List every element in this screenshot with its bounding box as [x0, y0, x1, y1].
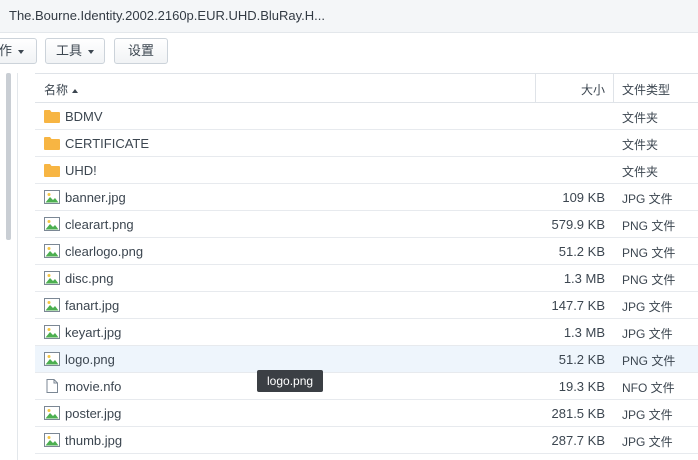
file-name: BDMV: [65, 109, 103, 124]
file-list-row[interactable]: CERTIFICATE 文件夹: [35, 130, 698, 157]
file-name: keyart.jpg: [65, 325, 122, 340]
file-size: 51.2 KB: [558, 352, 605, 367]
image-file-icon: [44, 217, 60, 231]
chevron-down-icon: [18, 49, 25, 54]
file-list-row[interactable]: fanart.jpg 147.7 KB JPG 文件: [35, 292, 698, 319]
file-type: JPG 文件: [622, 408, 673, 422]
column-divider[interactable]: [535, 74, 536, 102]
file-name: fanart.jpg: [65, 298, 120, 313]
file-name: UHD!: [65, 163, 97, 178]
image-file-icon: [44, 433, 60, 447]
file-size: 109 KB: [562, 190, 605, 205]
file-name: movie.nfo: [65, 379, 122, 394]
file-type: PNG 文件: [622, 246, 676, 260]
folder-icon: [44, 163, 60, 177]
folder-icon: [44, 136, 60, 150]
window-title: The.Bourne.Identity.2002.2160p.EUR.UHD.B…: [9, 8, 326, 23]
file-list-header: 名称 大小 文件类型: [35, 73, 698, 103]
file-list-row[interactable]: disc.png 1.3 MB PNG 文件: [35, 265, 698, 292]
file-name: thumb.jpg: [65, 433, 123, 448]
file-type: PNG 文件: [622, 219, 676, 233]
file-list-row[interactable]: banner.jpg 109 KB JPG 文件: [35, 184, 698, 211]
file-list-row[interactable]: BDMV 文件夹: [35, 103, 698, 130]
image-file-icon: [44, 406, 60, 420]
file-list-row[interactable]: clearlogo.png 51.2 KB PNG 文件: [35, 238, 698, 265]
filename-tooltip: logo.png: [257, 370, 324, 392]
file-name: disc.png: [65, 271, 114, 286]
file-list-row[interactable]: clearart.png 579.9 KB PNG 文件: [35, 211, 698, 238]
pane-divider[interactable]: [17, 73, 18, 460]
file-size: 281.5 KB: [551, 406, 606, 421]
tree-scrollbar[interactable]: [6, 73, 11, 240]
column-header-name[interactable]: 名称: [44, 81, 79, 98]
file-list-row[interactable]: movie.nfo 19.3 KB NFO 文件: [35, 373, 698, 400]
file-size: 1.3 MB: [563, 271, 605, 286]
file-size: 147.7 KB: [551, 298, 606, 313]
settings-button[interactable]: 设置: [114, 38, 168, 64]
document-file-icon: [44, 379, 60, 393]
file-list-row[interactable]: UHD! 文件夹: [35, 157, 698, 184]
chevron-down-icon: [88, 49, 95, 54]
file-name: logo.png: [65, 352, 115, 367]
file-size: 19.3 KB: [558, 379, 605, 394]
file-name: clearart.png: [65, 217, 134, 232]
file-list-row[interactable]: poster.jpg 281.5 KB JPG 文件: [35, 400, 698, 427]
file-list: 名称 大小 文件类型 BDMV 文件夹 CERTIFICATE 文件夹 UHD! 文件夹 b…: [35, 73, 698, 454]
sort-ascending-icon: [72, 88, 79, 93]
toolbar: 作 工具 设置: [0, 33, 698, 73]
action-button-label: 作: [0, 43, 13, 58]
file-type: JPG 文件: [622, 300, 673, 314]
file-list-rows: BDMV 文件夹 CERTIFICATE 文件夹 UHD! 文件夹 banner.jpg 10…: [35, 103, 698, 454]
file-type: 文件夹: [622, 138, 659, 152]
file-type: JPG 文件: [622, 192, 673, 206]
file-size: 51.2 KB: [558, 244, 605, 259]
column-header-type[interactable]: 文件类型: [622, 81, 670, 98]
file-size: 1.3 MB: [563, 325, 605, 340]
action-dropdown-button[interactable]: 作: [0, 38, 37, 64]
file-size: 579.9 KB: [551, 217, 606, 232]
file-type: 文件夹: [622, 111, 659, 125]
file-list-row[interactable]: keyart.jpg 1.3 MB JPG 文件: [35, 319, 698, 346]
tools-button-label: 工具: [56, 43, 83, 58]
image-file-icon: [44, 190, 60, 204]
folder-tree-pane: [0, 73, 18, 460]
image-file-icon: [44, 325, 60, 339]
image-file-icon: [44, 271, 60, 285]
file-type: PNG 文件: [622, 354, 676, 368]
file-type: PNG 文件: [622, 273, 676, 287]
image-file-icon: [44, 352, 60, 366]
file-name: poster.jpg: [65, 406, 122, 421]
image-file-icon: [44, 298, 60, 312]
file-name: CERTIFICATE: [65, 136, 150, 151]
file-name: clearlogo.png: [65, 244, 144, 259]
file-type: NFO 文件: [622, 381, 675, 395]
file-type: JPG 文件: [622, 327, 673, 341]
window-titlebar: The.Bourne.Identity.2002.2160p.EUR.UHD.B…: [0, 0, 698, 33]
column-header-size[interactable]: 大小: [581, 81, 605, 98]
settings-button-label: 设置: [127, 43, 154, 58]
column-divider[interactable]: [613, 74, 614, 102]
file-list-row[interactable]: thumb.jpg 287.7 KB JPG 文件: [35, 427, 698, 454]
folder-icon: [44, 109, 60, 123]
file-type: JPG 文件: [622, 435, 673, 449]
file-size: 287.7 KB: [551, 433, 606, 448]
image-file-icon: [44, 244, 60, 258]
tools-dropdown-button[interactable]: 工具: [45, 38, 105, 64]
file-name: banner.jpg: [65, 190, 126, 205]
file-type: 文件夹: [622, 165, 659, 179]
file-list-row[interactable]: logo.png 51.2 KB PNG 文件: [35, 346, 698, 373]
